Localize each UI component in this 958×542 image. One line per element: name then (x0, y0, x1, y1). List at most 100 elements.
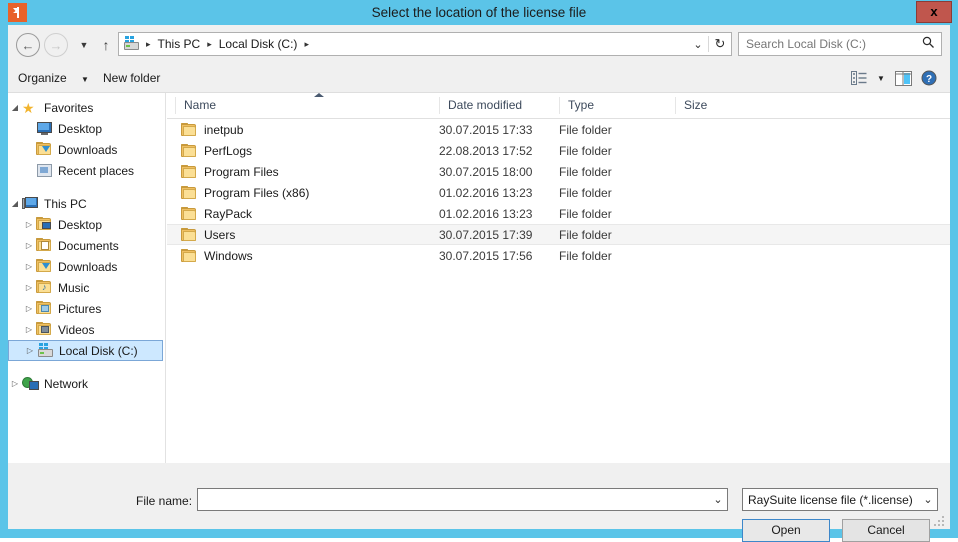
table-row[interactable]: Windows 30.07.2015 17:56 File folder (167, 245, 950, 266)
table-row[interactable]: inetpub 30.07.2015 17:33 File folder (167, 119, 950, 140)
cancel-button[interactable]: Cancel (842, 519, 930, 542)
table-row[interactable]: PerfLogs 22.08.2013 17:52 File folder (167, 140, 950, 161)
file-name-label: Program Files (204, 165, 279, 179)
expander-icon[interactable]: ◢ (8, 103, 22, 112)
sidebar-item-this-pc[interactable]: ◢ This PC (8, 193, 165, 214)
sidebar-item-label: This PC (44, 197, 87, 211)
table-row[interactable]: Users 30.07.2015 17:39 File folder (167, 224, 950, 245)
navigation-sidebar[interactable]: ◢ ★ Favorites Desktop Downloads (8, 93, 166, 463)
search-input[interactable]: Search Local Disk (C:) (739, 37, 915, 51)
file-name-label: Program Files (x86) (204, 186, 309, 200)
file-name-cell: Program Files (x86) (181, 186, 309, 200)
expander-icon[interactable]: ◢ (8, 199, 22, 208)
file-name-label: File name: (136, 494, 192, 508)
breadcrumb-local-disk-c[interactable]: Local Disk (C:) (217, 37, 300, 51)
expander-icon[interactable]: ▷ (22, 304, 36, 313)
column-header-type[interactable]: Type (559, 97, 675, 114)
chevron-down-icon[interactable]: ⌄ (709, 493, 727, 506)
forward-button-icon[interactable]: → (44, 33, 68, 57)
file-type-cell: File folder (559, 144, 612, 158)
new-folder-button[interactable]: New folder (103, 69, 160, 87)
expander-icon[interactable]: ▷ (23, 346, 37, 355)
sidebar-item-downloads[interactable]: ▷ Downloads (8, 256, 165, 277)
command-bar-icons: ▼ ? (846, 67, 942, 89)
chevron-down-icon[interactable]: ▼ (81, 75, 89, 84)
up-one-level-icon[interactable]: ↑ (94, 33, 118, 57)
sidebar-item-videos[interactable]: ▷ Videos (8, 319, 165, 340)
chevron-down-icon[interactable]: ⌄ (919, 493, 937, 506)
help-icon[interactable]: ? (916, 67, 942, 89)
sidebar-item-label: Pictures (58, 302, 101, 316)
desktop-folder-icon (36, 217, 54, 233)
file-type-cell: File folder (559, 186, 612, 200)
preview-pane-icon[interactable] (890, 67, 916, 89)
file-date-cell: 30.07.2015 17:33 (439, 123, 532, 137)
chevron-down-icon[interactable]: ⌄ (688, 38, 708, 51)
file-list-pane[interactable]: Name Date modified Type Size inetpub 30.… (167, 93, 950, 463)
sidebar-item-label: Desktop (58, 122, 102, 136)
sidebar-item-label: Downloads (58, 260, 117, 274)
sidebar-item-recent-places[interactable]: Recent places (8, 160, 165, 181)
folder-icon (181, 249, 197, 263)
file-date-cell: 30.07.2015 17:56 (439, 249, 532, 263)
expander-icon[interactable]: ▷ (22, 283, 36, 292)
sidebar-item-music[interactable]: ▷ ♪ Music (8, 277, 165, 298)
search-box[interactable]: Search Local Disk (C:) (738, 32, 942, 56)
file-name-cell: Users (181, 228, 235, 242)
column-header-name[interactable]: Name (175, 97, 439, 114)
sidebar-item-favorites[interactable]: ◢ ★ Favorites (8, 97, 165, 118)
view-dropdown-icon[interactable]: ▼ (872, 74, 890, 83)
refresh-icon[interactable]: ↻ (708, 36, 731, 52)
column-header-size[interactable]: Size (675, 97, 757, 114)
expander-icon[interactable]: ▷ (22, 325, 36, 334)
documents-folder-icon (36, 238, 54, 254)
organize-button[interactable]: Organize (18, 69, 67, 87)
search-icon (915, 36, 941, 52)
drive-icon (123, 36, 141, 52)
table-row[interactable]: Program Files 30.07.2015 18:00 File fold… (167, 161, 950, 182)
file-date-cell: 30.07.2015 17:39 (439, 228, 532, 242)
file-name-input[interactable]: ⌄ (197, 488, 728, 511)
expander-icon[interactable]: ▷ (22, 241, 36, 250)
expander-icon[interactable]: ▷ (22, 262, 36, 271)
breadcrumb-separator: ▸ (141, 39, 156, 50)
folder-icon (181, 123, 197, 137)
file-name-cell: Program Files (181, 165, 279, 179)
open-button[interactable]: Open (742, 519, 830, 542)
file-name-cell: PerfLogs (181, 144, 252, 158)
sidebar-item-label: Documents (58, 239, 119, 253)
file-type-cell: File folder (559, 249, 612, 263)
sidebar-item-pictures[interactable]: ▷ Pictures (8, 298, 165, 319)
sidebar-item-documents[interactable]: ▷ Documents (8, 235, 165, 256)
sidebar-item-desktop[interactable]: ▷ Desktop (8, 214, 165, 235)
sidebar-item-fav-downloads[interactable]: Downloads (8, 139, 165, 160)
file-name-label: Users (204, 228, 235, 242)
folder-icon (181, 186, 197, 200)
file-name-label: PerfLogs (204, 144, 252, 158)
column-headers: Name Date modified Type Size (167, 93, 950, 119)
resize-grip[interactable] (934, 514, 946, 526)
sidebar-item-local-disk-c[interactable]: ▷ Local Disk (C:) (8, 340, 163, 361)
column-header-date-modified[interactable]: Date modified (439, 97, 559, 114)
pictures-folder-icon (36, 301, 54, 317)
expander-icon[interactable]: ▷ (22, 220, 36, 229)
command-bar: Organize ▼ New folder ▼ (8, 63, 950, 92)
videos-folder-icon (36, 322, 54, 338)
file-name-cell: inetpub (181, 123, 243, 137)
file-type-value: RaySuite license file (*.license) (743, 493, 919, 507)
address-bar[interactable]: ▸ This PC ▸ Local Disk (C:) ▸ ⌄ ↻ (118, 32, 732, 56)
view-mode-icon[interactable] (846, 67, 872, 89)
back-button-icon[interactable]: ← (16, 33, 40, 57)
breadcrumb-this-pc[interactable]: This PC (156, 37, 203, 51)
close-button[interactable]: x (916, 1, 952, 23)
table-row[interactable]: RayPack 01.02.2016 13:23 File folder (167, 203, 950, 224)
sidebar-item-fav-desktop[interactable]: Desktop (8, 118, 165, 139)
sidebar-item-label: Network (44, 377, 88, 391)
file-type-select[interactable]: RaySuite license file (*.license) ⌄ (742, 488, 938, 511)
expander-icon[interactable]: ▷ (8, 379, 22, 388)
svg-text:?: ? (926, 74, 932, 85)
recent-locations-dropdown-icon[interactable]: ▼ (72, 33, 96, 57)
file-name-label: inetpub (204, 123, 243, 137)
sidebar-item-network[interactable]: ▷ Network (8, 373, 165, 394)
table-row[interactable]: Program Files (x86) 01.02.2016 13:23 Fil… (167, 182, 950, 203)
